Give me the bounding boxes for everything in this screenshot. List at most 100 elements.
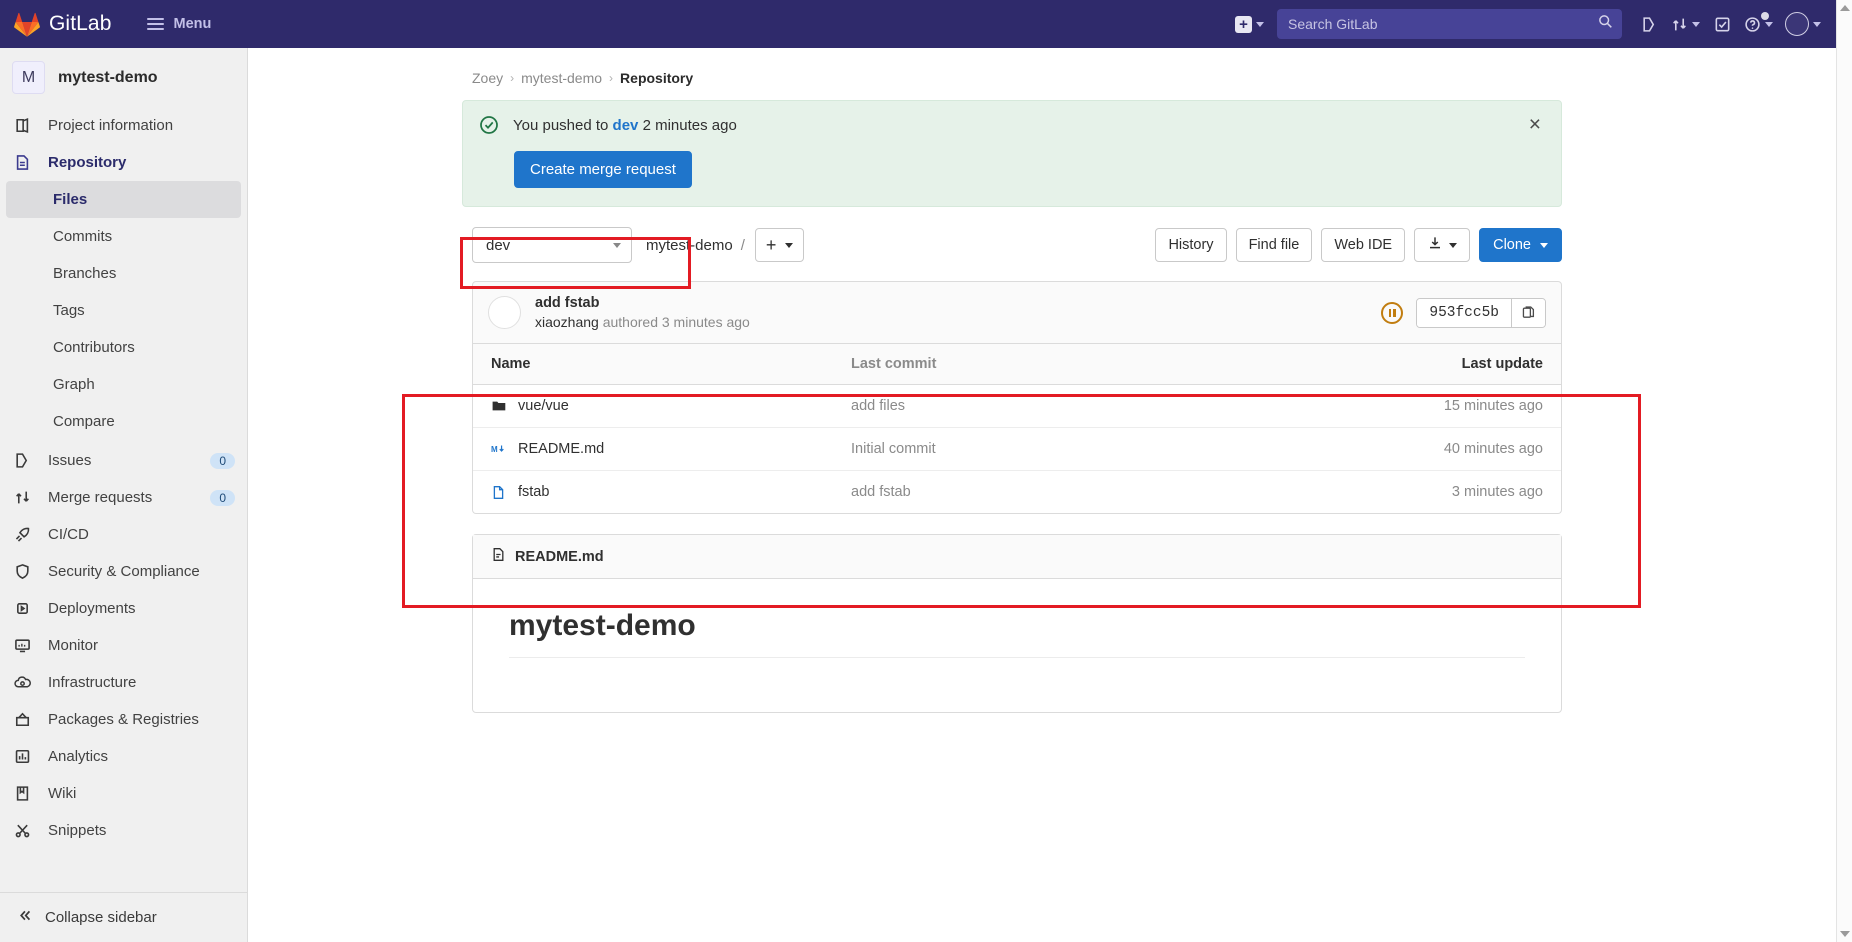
breadcrumb-project[interactable]: mytest-demo	[521, 70, 602, 86]
sidebar-item-label: Repository	[48, 154, 127, 171]
sidebar-item-packages-registries[interactable]: Packages & Registries	[0, 701, 247, 738]
sidebar-item-repository[interactable]: Repository	[0, 144, 247, 181]
commit-message[interactable]: add fstab	[535, 295, 750, 311]
file-last-commit-link[interactable]: Initial commit	[851, 441, 936, 457]
breadcrumb-separator-icon: ›	[510, 71, 515, 85]
file-last-commit-cell: add files	[851, 398, 1403, 414]
push-alert-message-row: You pushed to dev 2 minutes ago	[479, 115, 1545, 135]
readme-panel-body: mytest-demo	[473, 579, 1561, 712]
sidebar-item-merge-requests[interactable]: Merge requests 0	[0, 479, 247, 516]
svg-text:M: M	[491, 445, 498, 454]
commit-author-name[interactable]: xiaozhang	[535, 314, 599, 330]
pipeline-status-pending-icon[interactable]	[1381, 301, 1404, 324]
chevron-down-icon	[785, 242, 794, 248]
add-to-repository-dropdown[interactable]: +	[754, 228, 805, 262]
scroll-down-arrow-icon[interactable]	[1840, 931, 1850, 937]
top-navigation-bar: GitLab Menu +	[0, 0, 1836, 48]
file-name-link[interactable]: fstab	[518, 484, 549, 500]
clone-button[interactable]: Clone	[1479, 228, 1562, 262]
sidebar-item-deployments[interactable]: Deployments	[0, 590, 247, 627]
sidebar-item-branches[interactable]: Branches	[6, 255, 241, 292]
sidebar-item-analytics[interactable]: Analytics	[0, 738, 247, 775]
sidebar-item-label: Monitor	[48, 637, 99, 654]
chevron-down-icon	[1813, 21, 1821, 27]
readme-filename[interactable]: README.md	[515, 549, 604, 565]
sidebar-item-compare[interactable]: Compare	[6, 403, 241, 440]
sidebar-item-graph[interactable]: Graph	[6, 366, 241, 403]
sidebar-item-project-information[interactable]: Project information	[0, 107, 247, 144]
user-menu-button[interactable]	[1780, 8, 1826, 40]
file-name-link[interactable]: vue/vue	[518, 398, 569, 414]
readme-heading: mytest-demo	[509, 609, 1525, 658]
new-item-button[interactable]: +	[1230, 8, 1269, 40]
hamburger-icon	[147, 18, 165, 30]
file-last-commit-link[interactable]: add files	[851, 398, 905, 414]
close-icon[interactable]: ×	[1523, 113, 1547, 136]
push-alert-branch-link[interactable]: dev	[613, 117, 639, 134]
file-icon	[491, 485, 508, 500]
sidebar-item-monitor[interactable]: Monitor	[0, 627, 247, 664]
help-button[interactable]	[1739, 8, 1778, 40]
collapse-sidebar-label: Collapse sidebar	[45, 909, 157, 926]
sidebar-item-label: Merge requests	[48, 489, 153, 506]
sidebar-item-commits[interactable]: Commits	[6, 218, 241, 255]
repo-path-label[interactable]: mytest-demo	[646, 237, 733, 254]
sidebar-item-label: Infrastructure	[48, 674, 137, 691]
sidebar-item-tags[interactable]: Tags	[6, 292, 241, 329]
sidebar-item-infrastructure[interactable]: Infrastructure	[0, 664, 247, 701]
main-menu-button[interactable]: Menu	[139, 10, 219, 38]
sidebar-subitem-label: Branches	[53, 265, 117, 282]
table-row[interactable]: fstab add fstab 3 minutes ago	[473, 471, 1561, 513]
sidebar-item-files[interactable]: Files	[6, 181, 241, 218]
gitlab-repository-page: GitLab Menu + Search GitLab M mytest-dem…	[0, 0, 1852, 942]
web-ide-button[interactable]: Web IDE	[1321, 228, 1406, 262]
sidebar-item-label: Issues	[48, 452, 92, 469]
repository-toolbar: dev mytest-demo / + History Find file We…	[462, 227, 1562, 263]
notification-dot-icon	[1761, 12, 1769, 20]
sidebar-item-label: Security & Compliance	[48, 563, 200, 580]
last-commit-bar: add fstab xiaozhang authored 3 minutes a…	[472, 281, 1562, 344]
commit-text-block: add fstab xiaozhang authored 3 minutes a…	[535, 295, 750, 330]
collapse-sidebar-button[interactable]: Collapse sidebar	[0, 892, 247, 942]
file-last-commit-link[interactable]: add fstab	[851, 484, 911, 500]
breadcrumb: Zoey › mytest-demo › Repository	[462, 62, 1562, 100]
sidebar-item-cicd[interactable]: CI/CD	[0, 516, 247, 553]
branch-selector-dropdown[interactable]: dev	[472, 227, 632, 263]
issues-shortcut-button[interactable]	[1634, 8, 1664, 40]
todos-shortcut-button[interactable]	[1707, 8, 1737, 40]
commit-meta: xiaozhang authored 3 minutes ago	[535, 314, 750, 330]
search-input[interactable]	[1286, 15, 1598, 33]
chart-icon	[14, 748, 34, 765]
find-file-button[interactable]: Find file	[1235, 228, 1313, 262]
sidebar-item-wiki[interactable]: Wiki	[0, 775, 247, 812]
sidebar-item-issues[interactable]: Issues 0	[0, 442, 247, 479]
sidebar-project-header[interactable]: M mytest-demo	[0, 48, 247, 107]
breadcrumb-owner[interactable]: Zoey	[472, 70, 503, 86]
download-source-code-dropdown[interactable]	[1414, 228, 1471, 262]
sidebar-item-contributors[interactable]: Contributors	[6, 329, 241, 366]
table-row[interactable]: M README.md Initial commit 40 minutes ag…	[473, 428, 1561, 471]
user-avatar	[1785, 12, 1809, 36]
commit-sha[interactable]: 953fcc5b	[1417, 298, 1511, 327]
page-scrollbar[interactable]	[1836, 0, 1852, 942]
copy-icon[interactable]	[1511, 298, 1545, 327]
breadcrumb-current[interactable]: Repository	[620, 70, 693, 86]
sidebar-item-snippets[interactable]: Snippets	[0, 812, 247, 849]
sidebar-item-security-compliance[interactable]: Security & Compliance	[0, 553, 247, 590]
sidebar-item-label: Snippets	[48, 822, 107, 839]
sidebar-item-label: CI/CD	[48, 526, 89, 543]
push-alert-banner: You pushed to dev 2 minutes ago Create m…	[462, 100, 1562, 207]
table-row[interactable]: vue/vue add files 15 minutes ago	[473, 385, 1561, 428]
chevron-down-icon	[1692, 21, 1700, 27]
check-circle-icon	[479, 115, 499, 135]
merge-requests-shortcut-button[interactable]	[1666, 8, 1705, 40]
menu-button-label: Menu	[173, 16, 212, 32]
commit-author-avatar	[488, 296, 521, 329]
scroll-up-arrow-icon[interactable]	[1840, 5, 1850, 11]
create-merge-request-button[interactable]: Create merge request	[514, 151, 692, 188]
history-button[interactable]: History	[1155, 228, 1227, 262]
gitlab-logo-link[interactable]: GitLab	[14, 12, 111, 37]
rocket-icon	[14, 526, 34, 543]
file-name-link[interactable]: README.md	[518, 441, 604, 457]
search-field-wrapper[interactable]	[1277, 9, 1622, 39]
